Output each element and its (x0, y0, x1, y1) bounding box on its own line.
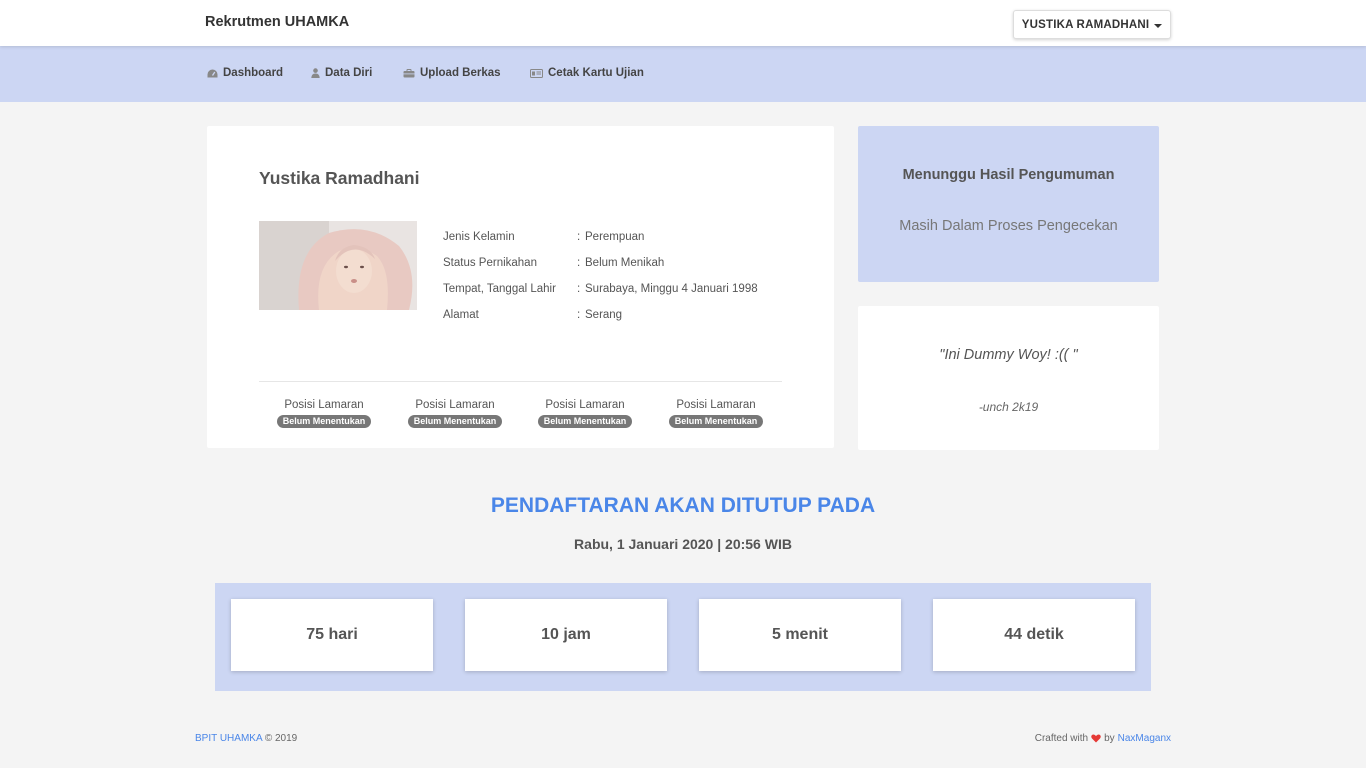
divider (259, 381, 782, 382)
user-menu-label: YUSTIKA RAMADHANI (1021, 18, 1150, 31)
nav-item-dashboard[interactable]: Dashboard (207, 67, 283, 79)
info-value: Belum Menikah (585, 257, 665, 269)
nav-item-label: Dashboard (223, 67, 284, 79)
nav-item-upload-berkas[interactable]: Upload Berkas (403, 67, 501, 79)
deadline-title: PENDAFTARAN AKAN DITUTUP PADA (490, 494, 876, 517)
nav-item-label: Data Diri (325, 67, 373, 79)
status-badge: Belum Menentukan (407, 415, 503, 428)
user-menu-button[interactable]: YUSTIKA RAMADHANI (1013, 10, 1171, 39)
posisi-lamaran-2: Posisi Lamaran Belum Menentukan (390, 399, 520, 429)
posisi-label: Posisi Lamaran (676, 399, 756, 411)
info-colon: : (577, 231, 581, 243)
nav-item-label: Cetak Kartu Ujian (548, 67, 644, 79)
user-icon (311, 68, 320, 78)
nav-item-cetak-kartu-ujian[interactable]: Cetak Kartu Ujian (530, 67, 644, 79)
footer-right: Crafted with by NaxMaganx (1035, 733, 1171, 744)
posisi-lamaran-3: Posisi Lamaran Belum Menentukan (520, 399, 650, 429)
briefcase-icon (403, 68, 415, 77)
brand-title[interactable]: Rekrutmen UHAMKA (205, 14, 349, 30)
info-label: Tempat, Tanggal Lahir (443, 283, 556, 295)
countdown-panel: 75 hari 10 jam 5 menit 44 detik (215, 583, 1151, 691)
quote-text: "Ini Dummy Woy! :(( " (939, 347, 1078, 363)
info-value: Serang (585, 309, 623, 321)
info-row-jenis-kelamin: Jenis Kelamin : Perempuan (443, 224, 758, 250)
nav-item-label: Upload Berkas (420, 67, 501, 79)
info-label: Jenis Kelamin (443, 231, 515, 243)
profile-name: Yustika Ramadhani (259, 168, 420, 188)
info-colon: : (577, 283, 581, 295)
dashboard-icon (207, 69, 218, 77)
footer-org-link[interactable]: BPIT UHAMKA (195, 733, 262, 744)
info-row-alamat: Alamat : Serang (443, 302, 758, 328)
caret-down-icon (1154, 23, 1163, 28)
main-nav: Dashboard Data Diri Upload Berkas Cetak … (0, 46, 1366, 102)
footer-author-link[interactable]: NaxMaganx (1118, 733, 1171, 744)
countdown-days: 75 hari (231, 599, 433, 671)
footer-copyright: © 2019 (264, 733, 298, 744)
posisi-label: Posisi Lamaran (545, 399, 625, 411)
countdown-hours: 10 jam (465, 599, 667, 671)
countdown-seconds: 44 detik (933, 599, 1135, 671)
posisi-lamaran-1: Posisi Lamaran Belum Menentukan (259, 399, 389, 429)
status-subtitle: Masih Dalam Proses Pengecekan (899, 218, 1118, 234)
info-value: Perempuan (585, 231, 645, 243)
footer-crafted-text: Crafted with (1034, 733, 1089, 744)
info-row-status-pernikahan: Status Pernikahan : Belum Menikah (443, 250, 758, 276)
profile-info-table: Jenis Kelamin : Perempuan Status Pernika… (443, 224, 758, 328)
announcement-status-card: Menunggu Hasil Pengumuman Masih Dalam Pr… (858, 126, 1159, 282)
info-colon: : (577, 257, 581, 269)
heart-icon (1091, 734, 1101, 743)
status-badge: Belum Menentukan (276, 415, 372, 428)
id-card-icon (530, 68, 543, 78)
nav-item-data-diri[interactable]: Data Diri (311, 67, 372, 79)
countdown-minutes: 5 menit (699, 599, 901, 671)
info-value: Surabaya, Minggu 4 Januari 1998 (585, 283, 758, 295)
info-colon: : (577, 309, 581, 321)
status-badge: Belum Menentukan (668, 415, 764, 428)
info-label: Status Pernikahan (443, 257, 537, 269)
posisi-lamaran-4: Posisi Lamaran Belum Menentukan (651, 399, 781, 429)
profile-photo (259, 221, 417, 310)
info-label: Alamat (443, 309, 479, 321)
posisi-label: Posisi Lamaran (284, 399, 364, 411)
status-badge: Belum Menentukan (537, 415, 633, 428)
deadline-date: Rabu, 1 Januari 2020 | 20:56 WIB (574, 536, 792, 552)
profile-card: Yustika Ramadhani Jenis Kelamin : Peremp… (207, 126, 834, 448)
footer-left: BPIT UHAMKA © 2019 (195, 733, 297, 744)
top-bar: Rekrutmen UHAMKA YUSTIKA RAMADHANI (0, 0, 1366, 46)
posisi-label: Posisi Lamaran (415, 399, 495, 411)
footer-by-text: by (1104, 733, 1115, 744)
quote-author: -unch 2k19 (978, 400, 1039, 414)
quote-card: "Ini Dummy Woy! :(( " -unch 2k19 (858, 306, 1159, 450)
info-row-tempat-tanggal-lahir: Tempat, Tanggal Lahir : Surabaya, Minggu… (443, 276, 758, 302)
status-title: Menunggu Hasil Pengumuman (902, 167, 1115, 183)
